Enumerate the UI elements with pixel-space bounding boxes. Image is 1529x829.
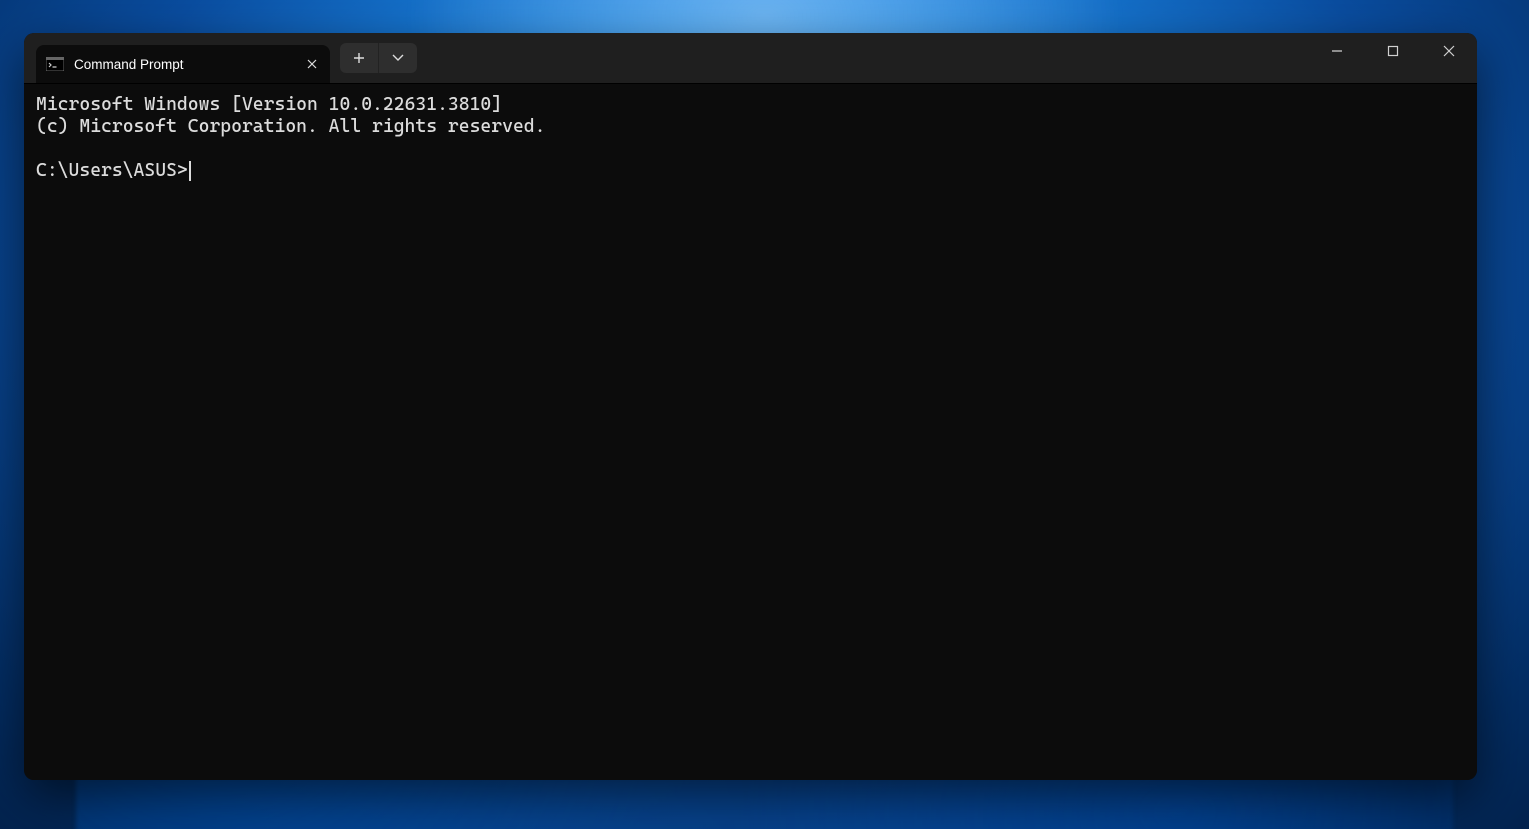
close-icon [1443, 45, 1455, 57]
maximize-button[interactable] [1365, 33, 1421, 69]
terminal-line: (c) Microsoft Corporation. All rights re… [36, 116, 545, 137]
chevron-down-icon [392, 54, 404, 62]
minimize-button[interactable] [1309, 33, 1365, 69]
text-cursor [189, 161, 191, 181]
tab-close-button[interactable] [298, 50, 326, 78]
plus-icon [353, 52, 365, 64]
maximize-icon [1387, 45, 1399, 57]
new-tab-button[interactable] [340, 43, 379, 73]
terminal-prompt: C:\Users\ASUS> [36, 160, 188, 182]
terminal-prompt-line: C:\Users\ASUS> [36, 160, 1465, 182]
titlebar[interactable]: Command Prompt [24, 33, 1477, 84]
close-icon [307, 59, 317, 69]
tab-command-prompt[interactable]: Command Prompt [36, 45, 330, 83]
window-controls [1309, 33, 1477, 69]
minimize-icon [1331, 45, 1343, 57]
terminal-window: Command Prompt [24, 33, 1477, 780]
window-close-button[interactable] [1421, 33, 1477, 69]
tab-actions-group [340, 43, 417, 73]
tab-dropdown-button[interactable] [379, 43, 417, 73]
terminal-output[interactable]: Microsoft Windows [Version 10.0.22631.38… [24, 84, 1477, 780]
cmd-icon [46, 57, 64, 71]
terminal-line: Microsoft Windows [Version 10.0.22631.38… [36, 94, 502, 115]
tab-title: Command Prompt [74, 57, 298, 72]
